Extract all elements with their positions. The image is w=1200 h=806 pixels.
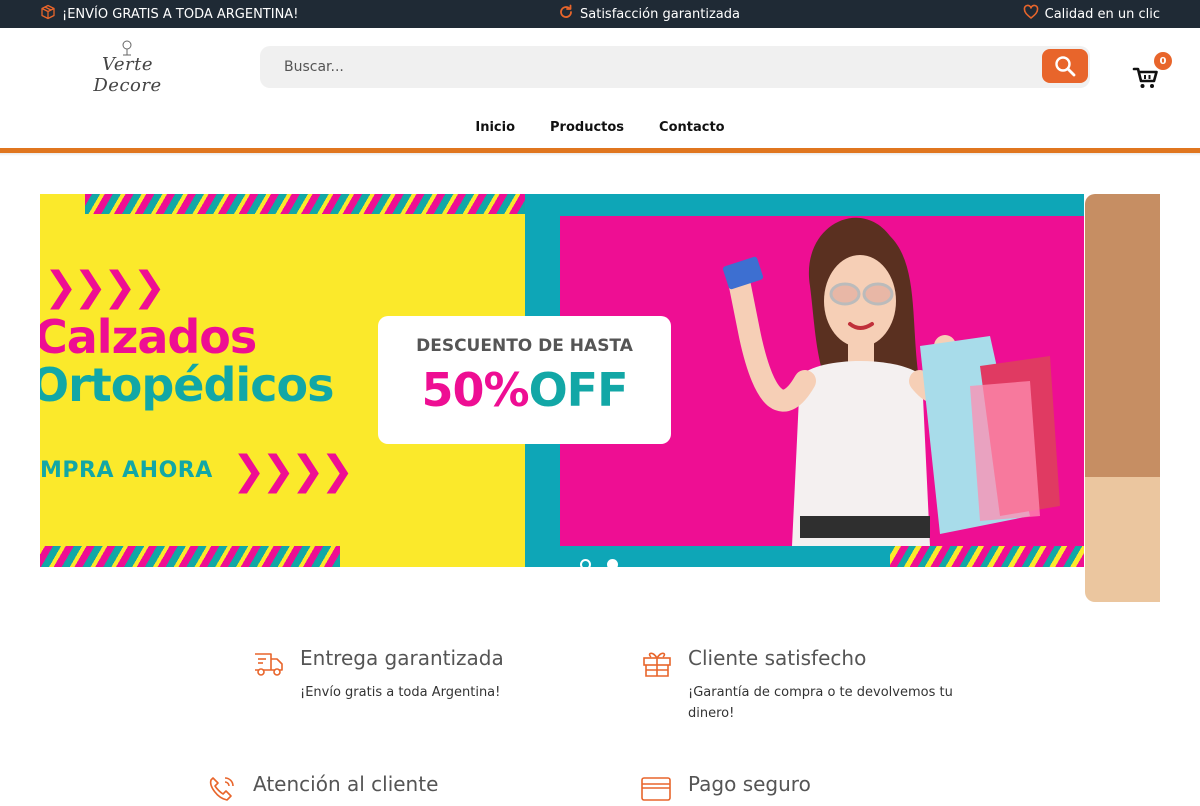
chevrons-decoration: ❯❯❯❯ — [44, 264, 166, 310]
cart-button[interactable]: 0 — [1132, 52, 1172, 94]
next-slide-top — [1085, 194, 1160, 477]
logo-text: Verte Decore — [93, 54, 162, 96]
banner-stripe-right — [890, 546, 1084, 567]
phone-icon — [209, 777, 234, 801]
feature-title: Entrega garantizada — [300, 646, 504, 670]
carousel-dot-2[interactable] — [607, 559, 618, 567]
truck-icon — [255, 653, 283, 676]
feature-title: Pago seguro — [688, 772, 811, 796]
site-header: Verte Decore 0 Inicio Productos Contacto — [0, 28, 1200, 148]
next-slide-preview[interactable] — [1085, 194, 1160, 602]
free-shipping-notice: ¡ENVÍO GRATIS A TODA ARGENTINA! — [40, 0, 298, 28]
cart-icon — [1132, 67, 1158, 88]
main-nav: Inicio Productos Contacto — [0, 118, 1200, 148]
discount-percent: 50% — [421, 363, 529, 417]
carousel-dots — [580, 559, 618, 567]
feature-title: Atención al cliente — [253, 772, 439, 796]
feature-title: Cliente satisfecho — [688, 646, 867, 670]
chevrons-decoration-cta: ❯❯❯❯ — [232, 448, 354, 494]
banner-heading-line1: Calzados — [40, 310, 257, 364]
top-announcement-bar: ¡ENVÍO GRATIS A TODA ARGENTINA! Satisfac… — [0, 0, 1200, 28]
search-input[interactable] — [284, 46, 1024, 88]
discount-box: DESCUENTO DE HASTA 50%OFF — [378, 316, 671, 444]
satisfaction-text: Satisfacción garantizada — [580, 6, 740, 22]
search-button[interactable] — [1042, 49, 1088, 83]
carousel-dot-1[interactable] — [580, 559, 591, 567]
gift-icon — [643, 652, 671, 677]
banner-stripe-bottom — [40, 546, 340, 567]
cart-count-badge: 0 — [1154, 52, 1172, 70]
search-bar — [260, 46, 1090, 88]
nav-item-inicio[interactable]: Inicio — [475, 118, 515, 148]
quality-notice: Calidad en un clic — [1023, 0, 1160, 28]
quality-text: Calidad en un clic — [1044, 6, 1160, 22]
site-logo[interactable]: Verte Decore — [70, 40, 185, 96]
discount-value: 50%OFF — [378, 360, 671, 420]
heart-icon — [1023, 4, 1039, 24]
card-icon — [641, 777, 671, 801]
discount-off: OFF — [528, 363, 629, 417]
feature-description: ¡Envío gratis a toda Argentina! — [300, 685, 501, 700]
free-shipping-text: ¡ENVÍO GRATIS A TODA ARGENTINA! — [62, 6, 299, 22]
nav-item-contacto[interactable]: Contacto — [659, 118, 725, 148]
feature-description: ¡Garantía de compra o te devolvemos tu d… — [688, 685, 953, 721]
banner-heading-line2: Ortopédicos — [40, 358, 334, 412]
header-divider-shadow — [0, 153, 1200, 156]
search-icon — [1055, 56, 1076, 77]
discount-label: DESCUENTO DE HASTA — [416, 336, 633, 356]
banner-stripe-top — [85, 194, 525, 214]
hero-banner[interactable]: ❯❯❯❯ Calzados Ortopédicos MPRA AHORA ❯❯❯… — [40, 194, 1084, 567]
satisfaction-notice: Satisfacción garantizada — [558, 0, 740, 28]
next-slide-bottom — [1085, 477, 1160, 602]
banner-cta-text: MPRA AHORA — [40, 458, 213, 483]
refresh-icon — [558, 4, 574, 24]
nav-item-productos[interactable]: Productos — [550, 118, 624, 148]
box-icon — [40, 4, 56, 24]
